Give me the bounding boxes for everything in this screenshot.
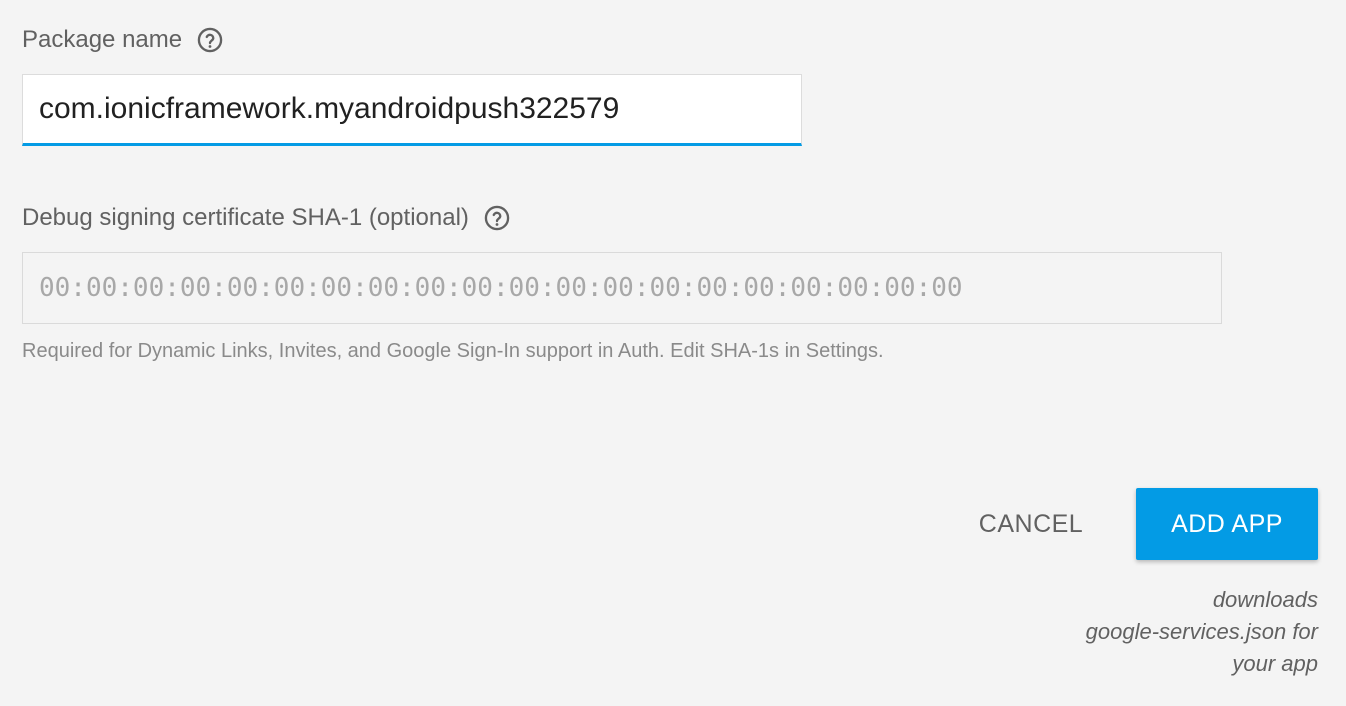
sha1-label-text: Debug signing certificate SHA-1 (optiona… (22, 204, 469, 231)
package-name-input[interactable] (22, 74, 802, 146)
add-app-note: downloads google-services.json for your … (998, 584, 1318, 680)
cancel-button[interactable]: CANCEL (958, 490, 1104, 558)
package-name-label: Package name (22, 20, 224, 60)
add-app-note-line: google-services.json for (1085, 619, 1318, 644)
sha1-hint-text: Required for Dynamic Links, Invites, and… (22, 340, 884, 362)
add-app-note-line: your app (1232, 651, 1318, 676)
add-app-button[interactable]: ADD APP (1136, 488, 1318, 560)
sha1-input[interactable] (22, 252, 1222, 324)
add-app-note-line: downloads (1212, 587, 1318, 612)
package-name-label-text: Package name (22, 26, 183, 53)
help-circle-icon[interactable] (196, 26, 224, 54)
sha1-label: Debug signing certificate SHA-1 (optiona… (22, 198, 511, 238)
help-circle-icon[interactable] (483, 204, 511, 232)
